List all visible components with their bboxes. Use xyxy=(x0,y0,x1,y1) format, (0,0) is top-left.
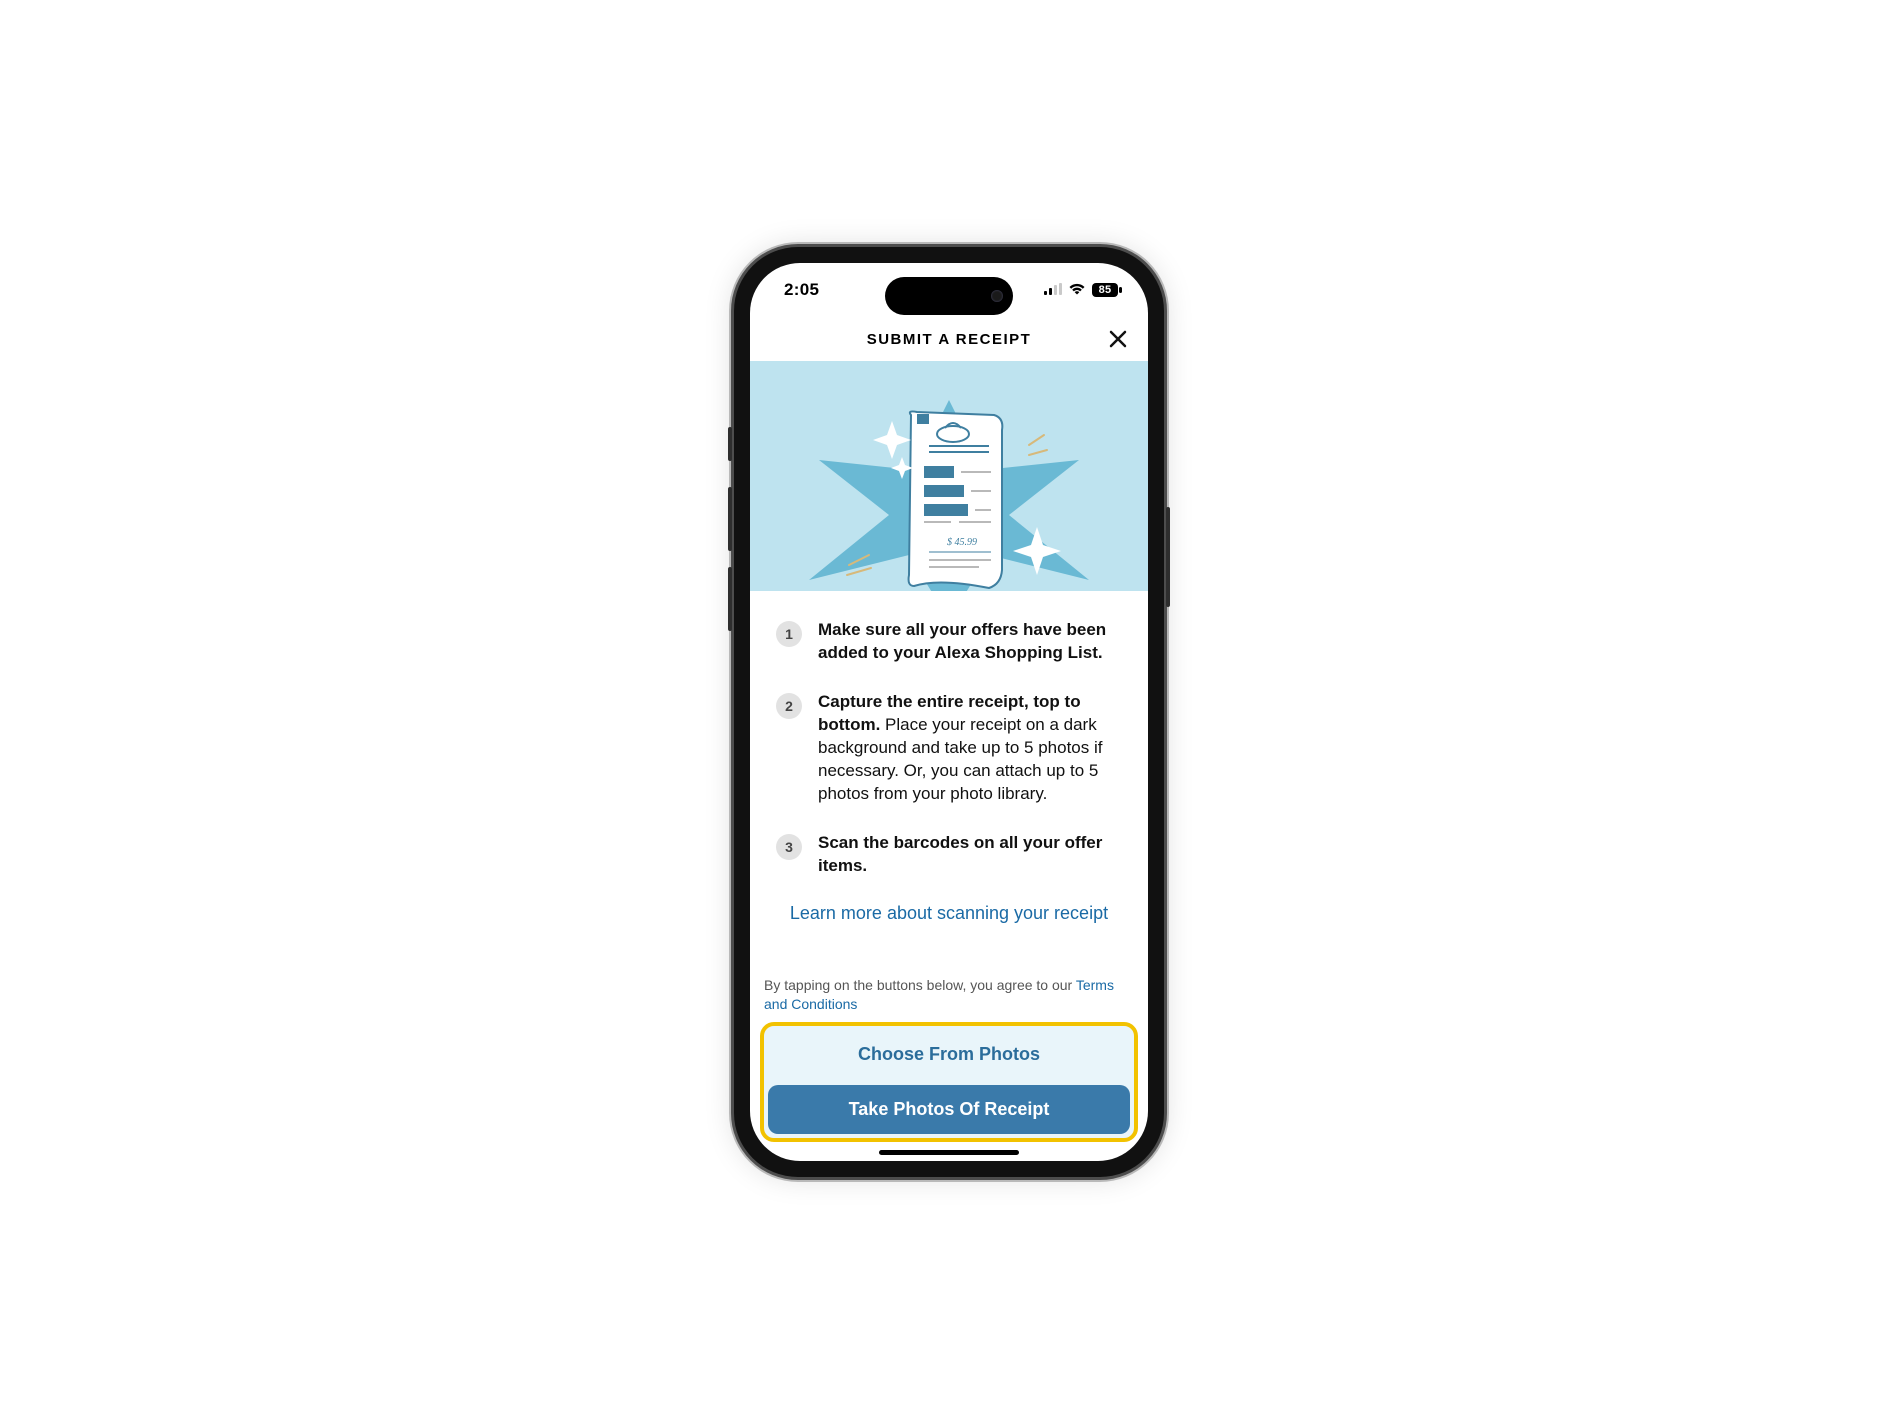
step-1: 1 Make sure all your offers have been ad… xyxy=(776,619,1122,665)
action-button-group: Choose From Photos Take Photos Of Receip… xyxy=(760,1022,1138,1142)
nav-bar: SUBMIT A RECEIPT xyxy=(750,317,1148,361)
learn-more-link[interactable]: Learn more about scanning your receipt xyxy=(776,903,1122,924)
step-text: Scan the barcodes on all your offer item… xyxy=(818,832,1122,878)
volume-down-button xyxy=(728,567,732,631)
status-time: 2:05 xyxy=(776,280,819,300)
home-indicator[interactable] xyxy=(879,1150,1019,1155)
wifi-icon xyxy=(1068,280,1086,300)
dynamic-island xyxy=(885,277,1013,315)
step-2: 2 Capture the entire receipt, top to bot… xyxy=(776,691,1122,806)
cellular-icon xyxy=(1044,280,1062,300)
receipt-illustration: $ 45.99 xyxy=(779,400,1119,592)
step-badge: 2 xyxy=(776,693,802,719)
phone-screen: 2:05 xyxy=(750,263,1148,1161)
choose-from-photos-button[interactable]: Choose From Photos xyxy=(768,1030,1130,1079)
footer: By tapping on the buttons below, you agr… xyxy=(750,976,1148,1161)
battery-icon: 85 xyxy=(1092,283,1122,297)
step-badge: 3 xyxy=(776,834,802,860)
page-title: SUBMIT A RECEIPT xyxy=(867,331,1032,348)
phone-frame: 2:05 xyxy=(734,247,1164,1177)
take-photos-button[interactable]: Take Photos Of Receipt xyxy=(768,1085,1130,1134)
step-badge: 1 xyxy=(776,621,802,647)
step-text: Make sure all your offers have been adde… xyxy=(818,619,1122,665)
agree-text: By tapping on the buttons below, you agr… xyxy=(760,976,1138,1022)
close-icon xyxy=(1108,329,1128,349)
step-text: Capture the entire receipt, top to botto… xyxy=(818,691,1122,806)
step-3: 3 Scan the barcodes on all your offer it… xyxy=(776,832,1122,878)
volume-up-button xyxy=(728,487,732,551)
steps-list: 1 Make sure all your offers have been ad… xyxy=(750,591,1148,976)
phone-mockup: 2:05 xyxy=(734,247,1164,1177)
power-button xyxy=(1166,507,1170,607)
ringer-switch xyxy=(728,427,732,461)
close-button[interactable] xyxy=(1104,325,1132,353)
svg-text:$ 45.99: $ 45.99 xyxy=(947,537,977,548)
hero-illustration: $ 45.99 xyxy=(750,361,1148,591)
